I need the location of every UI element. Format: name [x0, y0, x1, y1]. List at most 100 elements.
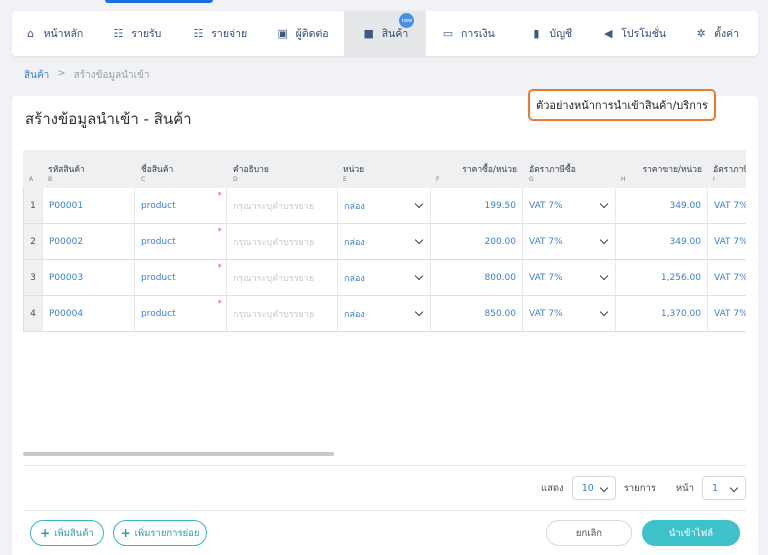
new-badge: new	[399, 13, 415, 28]
sell-price-cell[interactable]: 1,256.00	[616, 260, 708, 296]
description-cell[interactable]: กรุณาระบุคำบรรยาย	[227, 260, 338, 296]
buy-price-cell[interactable]: 200.00	[431, 224, 523, 260]
buy-tax-select[interactable]: VAT 7%	[523, 224, 616, 260]
buy-tax-select[interactable]: VAT 7%	[523, 188, 616, 224]
unit-select[interactable]: กล่อง	[338, 260, 431, 296]
table-row: 1 P00001 product * กรุณาระบุคำบรรยาย กล่อ…	[23, 188, 746, 224]
chevron-down-icon	[599, 307, 609, 317]
main-nav: ⌂ หน้าหลัก ☷ รายรับ ☷ รายจ่าย ▣ ผู้ติดต่อ ■ ส…	[12, 11, 758, 56]
row-number: 3	[23, 260, 43, 296]
buy-price-cell[interactable]: 850.00	[431, 296, 523, 332]
required-marker: *	[217, 227, 223, 237]
sell-tax-select[interactable]: VAT 7%	[708, 260, 746, 296]
buy-price-cell[interactable]: 199.50	[431, 188, 523, 224]
chevron-down-icon	[414, 271, 424, 281]
breadcrumb: สินค้า > สร้างข้อมูลนำเข้า	[24, 68, 150, 83]
breadcrumb-current: สร้างข้อมูลนำเข้า	[73, 70, 150, 81]
import-sheet: A รหัสสินค้า B ชื่อสินค้า C คำอธิบาย D หน่ว…	[23, 150, 746, 440]
table-row: 4 P00004 product * กรุณาระบุคำบรรยาย กล่อ…	[23, 296, 746, 332]
unit-select[interactable]: กล่อง	[338, 296, 431, 332]
required-marker: *	[217, 263, 223, 273]
page-title: สร้างข้อมูลนำเข้า - สินค้า	[25, 110, 192, 128]
code-cell[interactable]: P00004	[43, 296, 135, 332]
description-cell[interactable]: กรุณาระบุคำบรรยาย	[227, 296, 338, 332]
gear-icon: ✲	[696, 27, 706, 40]
pagination: แสดง 10 รายการ หน้า 1	[541, 476, 746, 500]
description-cell[interactable]: กรุณาระบุคำบรรยาย	[227, 224, 338, 260]
chevron-down-icon	[414, 199, 424, 209]
nav-finance[interactable]: ▭ การเงิน	[426, 11, 509, 56]
name-cell[interactable]: product *	[135, 188, 227, 224]
buy-tax-select[interactable]: VAT 7%	[523, 296, 616, 332]
breadcrumb-sep: >	[57, 68, 66, 79]
code-cell[interactable]: P00001	[43, 188, 135, 224]
row-number: 2	[23, 224, 43, 260]
buy-tax-select[interactable]: VAT 7%	[523, 260, 616, 296]
divider	[23, 465, 746, 466]
nav-settings[interactable]: ✲ ตั้งค่า	[675, 11, 758, 56]
nav-expense[interactable]: ☷ รายจ่าย	[178, 11, 261, 56]
buy-price-cell[interactable]: 800.00	[431, 260, 523, 296]
divider	[23, 510, 746, 511]
contacts-icon: ▣	[277, 27, 288, 40]
name-cell[interactable]: product *	[135, 224, 227, 260]
import-file-button[interactable]: นำเข้าไฟล์	[642, 520, 740, 546]
chevron-down-icon	[599, 199, 609, 209]
plus-icon: +	[120, 526, 131, 540]
unit-select[interactable]: กล่อง	[338, 224, 431, 260]
col-header-buy: ราคาซื้อ/หน่วย F	[436, 165, 517, 183]
home-icon: ⌂	[27, 27, 35, 40]
nav-home[interactable]: ⌂ หน้าหลัก	[12, 11, 95, 56]
plus-icon: +	[40, 526, 51, 540]
top-accent-bar	[105, 0, 213, 3]
cancel-button[interactable]: ยกเลิก	[546, 520, 632, 546]
sell-price-cell[interactable]: 349.00	[616, 224, 708, 260]
required-marker: *	[217, 299, 223, 309]
show-label: แสดง	[540, 482, 564, 494]
chevron-down-icon	[414, 235, 424, 245]
income-icon: ☷	[113, 27, 124, 40]
chevron-down-icon	[729, 483, 739, 493]
page-select[interactable]: 1	[702, 476, 746, 500]
chevron-down-icon	[599, 483, 608, 493]
per-page-select[interactable]: 10	[571, 476, 616, 500]
chevron-down-icon	[599, 271, 609, 281]
nav-income[interactable]: ☷ รายรับ	[95, 11, 178, 56]
row-number: 1	[23, 188, 43, 224]
expense-icon: ☷	[193, 27, 204, 40]
row-number: 4	[23, 296, 43, 332]
name-cell[interactable]: product *	[135, 260, 227, 296]
nav-products[interactable]: ■ สินค้า new	[343, 11, 427, 56]
chevron-down-icon	[599, 235, 609, 245]
nav-promotion[interactable]: ◀ โปรโมชั่น	[592, 11, 675, 56]
add-subitem-button[interactable]: + เพิ่มรายการย่อย	[113, 520, 207, 546]
sell-tax-select[interactable]: VAT 7%	[708, 296, 746, 332]
items-label: รายการ	[623, 482, 656, 494]
name-cell[interactable]: product *	[135, 296, 227, 332]
description-cell[interactable]: กรุณาระบุคำบรรยาย	[227, 188, 338, 224]
nav-contacts[interactable]: ▣ ผู้ติดต่อ	[261, 11, 344, 56]
add-product-button[interactable]: + เพิ่มสินค้า	[30, 520, 104, 546]
breadcrumb-products[interactable]: สินค้า	[24, 68, 49, 83]
required-marker: *	[217, 191, 223, 201]
example-note: ตัวอย่างหน้าการนำเข้าสินค้า/บริการ	[528, 89, 716, 121]
sell-price-cell[interactable]: 349.00	[616, 188, 708, 224]
horizontal-scrollbar[interactable]	[23, 452, 334, 456]
col-header-unit: หน่วย E	[343, 165, 365, 183]
import-card: สร้างข้อมูลนำเข้า - สินค้า ตัวอย่างหน้าก…	[12, 89, 758, 555]
sell-price-cell[interactable]: 1,370.00	[616, 296, 708, 332]
code-cell[interactable]: P00003	[43, 260, 135, 296]
sell-tax-select[interactable]: VAT 7%	[708, 224, 746, 260]
chevron-down-icon	[414, 307, 424, 317]
box-icon: ■	[363, 27, 374, 40]
unit-select[interactable]: กล่อง	[338, 188, 431, 224]
sell-tax-select[interactable]: VAT 7%	[708, 188, 746, 224]
col-header-buy-tax: อัตราภาษีซื้อ G	[529, 165, 576, 183]
money-icon: ▭	[442, 27, 454, 40]
col-header-desc: คำอธิบาย D	[233, 165, 269, 183]
col-header-sell-tax: อัตราภาษี I	[713, 165, 746, 183]
col-header-code: รหัสสินค้า B	[48, 165, 85, 183]
code-cell[interactable]: P00002	[43, 224, 135, 260]
nav-accounting[interactable]: ▮ บัญชี	[509, 11, 592, 56]
page-label: หน้า	[675, 482, 694, 494]
